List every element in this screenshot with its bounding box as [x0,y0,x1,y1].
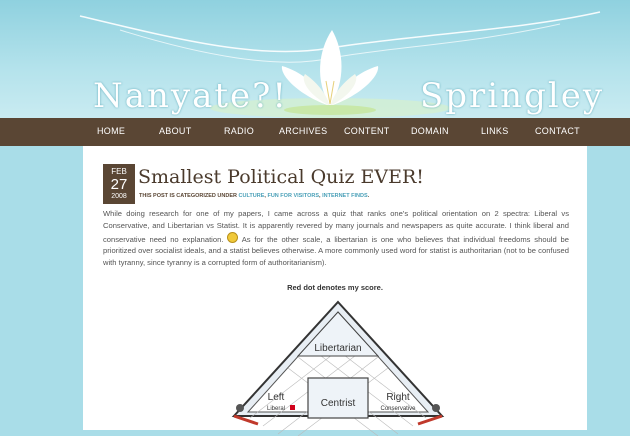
post-panel: FEB 27 2008 Smallest Political Quiz EVER… [83,146,587,436]
political-quiz-diagram: Libertarian Left Liberal Centrist Right … [231,300,445,436]
nav-links[interactable]: LINKS [481,126,509,136]
nav-archives[interactable]: ARCHIVES [279,126,327,136]
smiley-icon [227,231,239,243]
quiz-label-left: Left [268,392,285,403]
nav-content[interactable]: CONTENT [344,126,390,136]
post-meta-prefix: THIS POST IS CATEGORIZED UNDER [139,193,237,199]
site-header: Nanyate?! Springley [0,0,630,118]
nav-home[interactable]: HOME [97,126,125,136]
category-link-culture[interactable]: CULTURE [239,193,265,199]
post-date-year: 2008 [111,193,127,200]
post-date-badge: FEB 27 2008 [103,164,135,204]
quiz-edge-right-red [417,414,443,426]
category-link-fun-for-visitors[interactable]: FUN FOR VISITORS [267,193,319,199]
quiz-label-conservative: Conservative [380,406,416,412]
post-title[interactable]: Smallest Political Quiz EVER! [138,166,424,188]
nav-contact[interactable]: CONTACT [535,126,580,136]
post-body: While doing research for one of my paper… [103,208,569,269]
quiz-marker-right [432,404,440,412]
quiz-label-right: Right [386,392,410,403]
quiz-caption: Red dot denotes my score. [287,283,383,292]
quiz-label-libertarian: Libertarian [314,343,361,354]
category-link-internet-finds[interactable]: INTERNET FINDS [322,193,368,199]
score-red-dot [290,405,295,410]
site-name-right: Springley [420,76,605,116]
nav-about[interactable]: ABOUT [159,126,192,136]
post-date-day: 27 [110,176,128,193]
quiz-edge-left-red [233,414,259,426]
post-meta: THIS POST IS CATEGORIZED UNDER CULTURE, … [139,193,370,199]
quiz-marker-left [236,404,244,412]
main-navigation: HOME ABOUT RADIO ARCHIVES CONTENT DOMAIN… [0,118,630,146]
quiz-label-liberal: Liberal [267,406,285,412]
nav-domain[interactable]: DOMAIN [411,126,449,136]
quiz-label-centrist: Centrist [321,398,356,409]
site-name-left: Nanyate?! [93,76,289,116]
nav-radio[interactable]: RADIO [224,126,254,136]
